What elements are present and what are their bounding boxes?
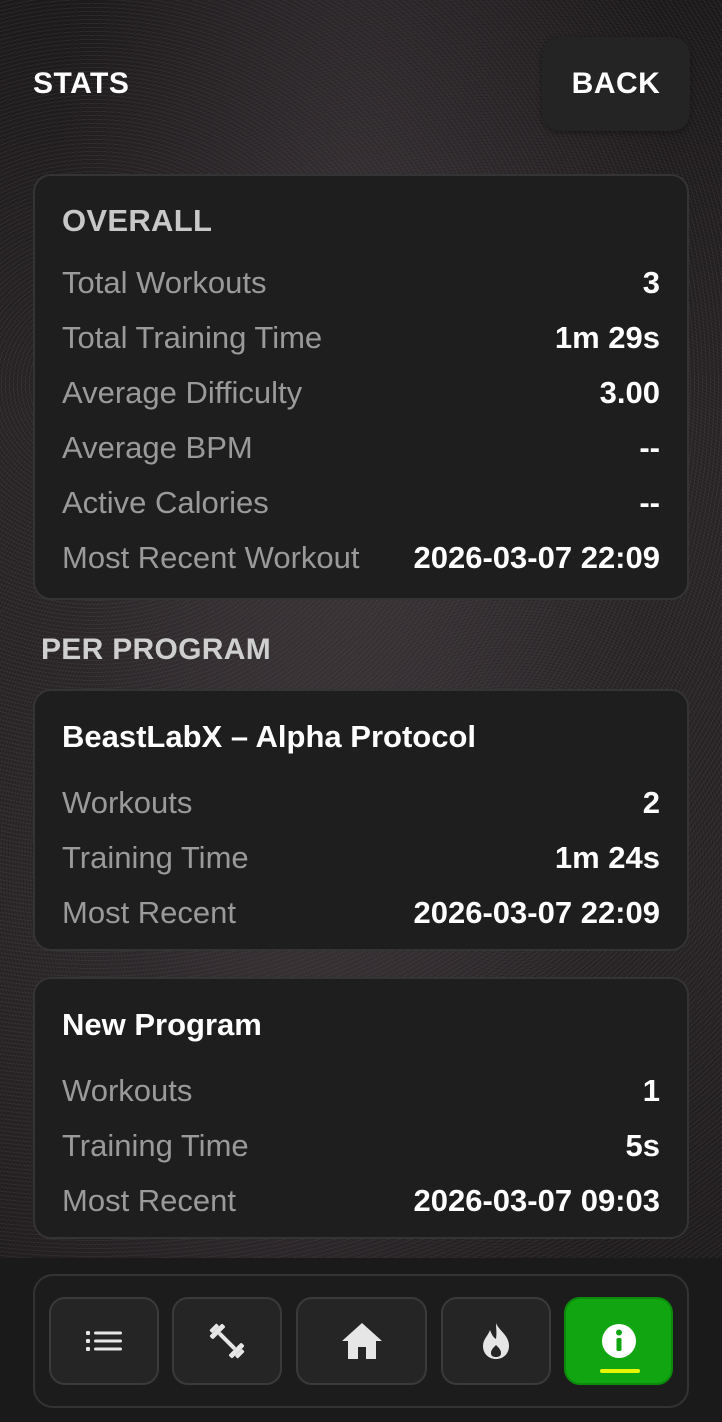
overall-title: OVERALL	[62, 203, 213, 238]
stat-value: 1m 24s	[554, 839, 660, 875]
program-name: New Program	[62, 1007, 262, 1042]
stat-value: --	[639, 429, 660, 465]
stat-label: Most Recent	[62, 1182, 237, 1218]
stat-row-most-recent-workout: Most Recent Workout 2026-03-07 22:09	[62, 530, 660, 585]
program-stats-card[interactable]: BeastLabX – Alpha Protocol Workouts 2 Tr…	[33, 689, 689, 951]
stat-row-total-training-time: Total Training Time 1m 29s	[62, 310, 660, 365]
stat-value: --	[639, 484, 660, 520]
stat-value: 5s	[625, 1127, 660, 1163]
stat-value: 2026-03-07 09:03	[413, 1182, 660, 1218]
nav-list-button[interactable]	[49, 1297, 159, 1385]
stat-row-active-calories: Active Calories --	[62, 475, 660, 530]
header: STATS BACK	[0, 0, 722, 150]
nav-workout-button[interactable]	[172, 1297, 282, 1385]
stat-label: Most Recent Workout	[62, 539, 360, 575]
program-name: BeastLabX – Alpha Protocol	[62, 719, 476, 754]
stat-row-most-recent: Most Recent 2026-03-07 09:03	[62, 1173, 660, 1228]
per-program-section-title: PER PROGRAM	[41, 633, 271, 666]
stat-value: 3	[642, 264, 660, 300]
stat-value: 2026-03-07 22:09	[413, 894, 660, 930]
active-tab-indicator	[600, 1369, 640, 1373]
stat-row-average-bpm: Average BPM --	[62, 420, 660, 475]
stat-label: Workouts	[62, 1072, 193, 1108]
overall-stats-card: OVERALL Total Workouts 3 Total Training …	[33, 174, 689, 600]
flame-icon	[483, 1323, 509, 1359]
back-button[interactable]: BACK	[542, 37, 690, 131]
stat-row-training-time: Training Time 5s	[62, 1118, 660, 1173]
list-icon	[86, 1331, 122, 1351]
stat-value: 1m 29s	[554, 319, 660, 355]
info-icon	[601, 1324, 636, 1358]
stat-value: 3.00	[599, 374, 660, 410]
stat-label: Average Difficulty	[62, 374, 303, 410]
nav-home-button[interactable]	[296, 1297, 427, 1385]
stat-row-workouts: Workouts 1	[62, 1063, 660, 1118]
stat-row-most-recent: Most Recent 2026-03-07 22:09	[62, 885, 660, 940]
stat-label: Active Calories	[62, 484, 269, 520]
stat-row-average-difficulty: Average Difficulty 3.00	[62, 365, 660, 420]
stat-row-total-workouts: Total Workouts 3	[62, 255, 660, 310]
program-stats-list: Workouts 2 Training Time 1m 24s Most Rec…	[62, 775, 660, 940]
home-icon	[341, 1323, 382, 1359]
nav-streak-button[interactable]	[441, 1297, 551, 1385]
overall-stats-list: Total Workouts 3 Total Training Time 1m …	[62, 255, 660, 585]
stat-label: Total Workouts	[62, 264, 267, 300]
stat-value: 2	[642, 784, 660, 820]
stat-label: Total Training Time	[62, 319, 323, 355]
stat-label: Training Time	[62, 839, 249, 875]
stat-label: Training Time	[62, 1127, 249, 1163]
stat-row-training-time: Training Time 1m 24s	[62, 830, 660, 885]
stat-value: 2026-03-07 22:09	[413, 539, 660, 575]
nav-info-button[interactable]	[564, 1297, 673, 1385]
program-stats-list: Workouts 1 Training Time 5s Most Recent …	[62, 1063, 660, 1228]
dumbbell-icon	[209, 1323, 245, 1359]
page-title: STATS	[33, 67, 130, 100]
stat-label: Most Recent	[62, 894, 237, 930]
stat-label: Average BPM	[62, 429, 253, 465]
stat-label: Workouts	[62, 784, 193, 820]
stat-value: 1	[642, 1072, 660, 1108]
program-stats-card[interactable]: New Program Workouts 1 Training Time 5s …	[33, 977, 689, 1239]
stat-row-workouts: Workouts 2	[62, 775, 660, 830]
